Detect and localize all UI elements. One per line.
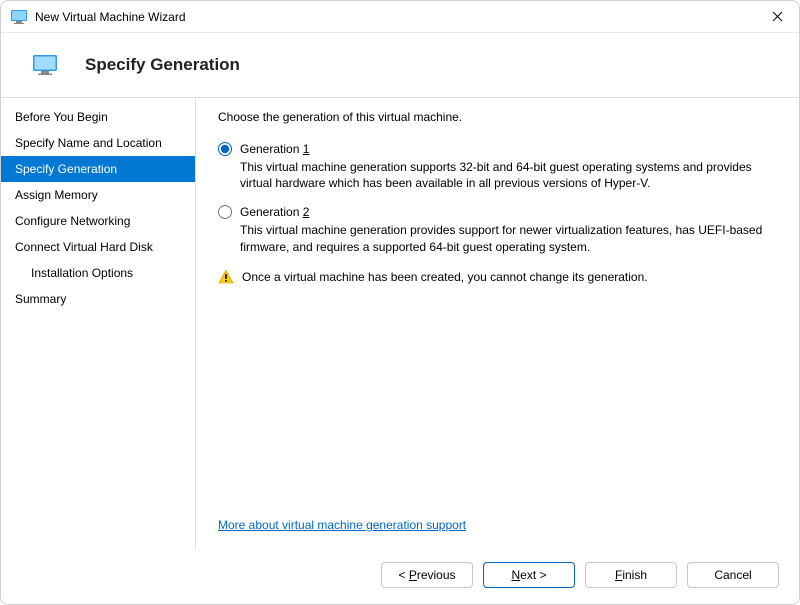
monitor-icon	[33, 55, 57, 75]
radio-input-gen1[interactable]	[218, 142, 232, 156]
wizard-steps-sidebar: Before You Begin Specify Name and Locati…	[1, 98, 196, 550]
warning-icon	[218, 269, 234, 285]
sidebar-item-assign-memory[interactable]: Assign Memory	[1, 182, 195, 208]
help-link[interactable]: More about virtual machine generation su…	[218, 518, 466, 532]
radio-generation-1[interactable]: Generation 1	[218, 142, 779, 156]
sidebar-item-configure-networking[interactable]: Configure Networking	[1, 208, 195, 234]
wizard-body: Before You Begin Specify Name and Locati…	[1, 97, 799, 550]
warning-text: Once a virtual machine has been created,…	[242, 269, 648, 285]
instruction-text: Choose the generation of this virtual ma…	[218, 110, 779, 124]
previous-button[interactable]: < Previous	[381, 562, 473, 588]
sidebar-item-specify-name[interactable]: Specify Name and Location	[1, 130, 195, 156]
wizard-content: Choose the generation of this virtual ma…	[196, 98, 799, 550]
app-icon	[11, 9, 27, 25]
sidebar-item-before-you-begin[interactable]: Before You Begin	[1, 104, 195, 130]
sidebar-item-summary[interactable]: Summary	[1, 286, 195, 312]
titlebar: New Virtual Machine Wizard	[1, 1, 799, 33]
option-generation-1: Generation 1 This virtual machine genera…	[218, 142, 779, 191]
sidebar-item-installation-options[interactable]: Installation Options	[1, 260, 195, 286]
wizard-window: New Virtual Machine Wizard Specify Gener…	[0, 0, 800, 605]
radio-generation-2[interactable]: Generation 2	[218, 205, 779, 219]
finish-button[interactable]: Finish	[585, 562, 677, 588]
page-title: Specify Generation	[85, 55, 240, 75]
radio-label-gen2: Generation 2	[240, 205, 309, 219]
radio-label-gen1: Generation 1	[240, 142, 309, 156]
wizard-header: Specify Generation	[1, 33, 799, 97]
cancel-button[interactable]: Cancel	[687, 562, 779, 588]
window-title: New Virtual Machine Wizard	[35, 10, 765, 24]
option-generation-2: Generation 2 This virtual machine genera…	[218, 205, 779, 254]
help-link-row: More about virtual machine generation su…	[218, 518, 779, 532]
next-button[interactable]: Next >	[483, 562, 575, 588]
sidebar-item-specify-generation[interactable]: Specify Generation	[1, 156, 195, 182]
description-gen2: This virtual machine generation provides…	[240, 222, 779, 254]
warning-row: Once a virtual machine has been created,…	[218, 269, 779, 285]
radio-input-gen2[interactable]	[218, 205, 232, 219]
wizard-footer: < Previous Next > Finish Cancel	[1, 550, 799, 604]
description-gen1: This virtual machine generation supports…	[240, 159, 779, 191]
sidebar-item-connect-vhd[interactable]: Connect Virtual Hard Disk	[1, 234, 195, 260]
close-icon[interactable]	[765, 5, 789, 29]
